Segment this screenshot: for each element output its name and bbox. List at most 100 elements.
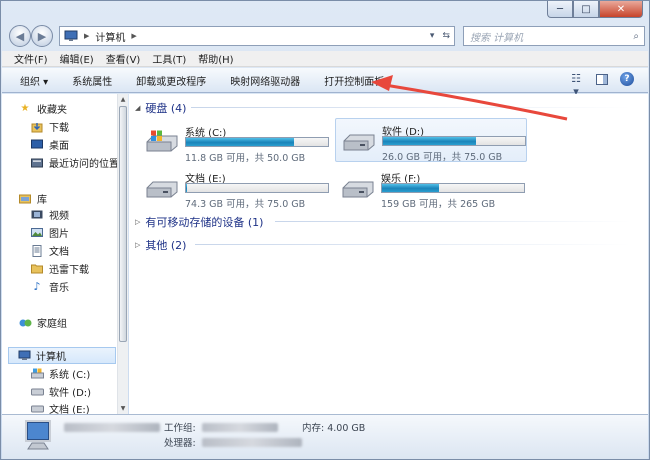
collapse-arrow-icon[interactable]: ◢ — [135, 104, 140, 112]
drive-tile-c[interactable]: 系统 (C:) 11.8 GB 可用，共 50.0 GB — [139, 120, 331, 164]
drive-tile-d[interactable]: 软件 (D:) 26.0 GB 可用，共 75.0 GB — [335, 118, 527, 163]
drive-tile-f[interactable]: 娱乐 (F:) 159 GB 可用，共 265 GB — [335, 166, 527, 210]
group-title: 其他 (2) — [145, 239, 187, 252]
menu-file[interactable]: 文件(F) — [14, 51, 48, 66]
menu-edit[interactable]: 编辑(E) — [60, 51, 94, 66]
drive-usage-bar — [185, 137, 329, 147]
sidebar-item-label: 库 — [37, 195, 47, 206]
maximize-button[interactable]: □ — [573, 1, 599, 18]
sidebar-item-libraries[interactable]: 库 — [18, 190, 132, 207]
scroll-thumb[interactable] — [119, 106, 127, 342]
sidebar-item-computer[interactable]: 计算机 — [8, 347, 116, 364]
sidebar-item-label: 软件 (D:) — [49, 388, 92, 399]
sidebar-item-label: 系统 (C:) — [49, 370, 91, 381]
picture-icon — [30, 227, 44, 239]
sidebar-item-homegroup[interactable]: 家庭组 — [18, 314, 132, 331]
group-title: 有可移动存储的设备 (1) — [145, 216, 264, 229]
group-header-hdd[interactable]: ◢ 硬盘 (4) — [135, 100, 186, 116]
group-header-other[interactable]: ▷ 其他 (2) — [135, 237, 186, 253]
search-placeholder: 搜索 计算机 — [470, 32, 524, 44]
expand-arrow-icon[interactable]: ▷ — [135, 218, 140, 226]
group-divider — [195, 244, 631, 245]
memory-label: 内存: 4.00 GB — [302, 423, 366, 434]
close-button[interactable]: ✕ — [599, 1, 643, 18]
sidebar-scrollbar[interactable]: ▲ ▼ — [117, 94, 128, 414]
command-bar: 组织 ▾ 系统属性 卸载或更改程序 映射网络驱动器 打开控制面板 ☷ ▾ ? — [2, 68, 648, 98]
music-icon: ♪ — [33, 280, 41, 293]
computer-icon — [25, 420, 51, 450]
drive-icon — [146, 181, 178, 198]
help-icon[interactable]: ? — [620, 72, 634, 86]
breadcrumb-computer[interactable]: 计算机 — [95, 29, 125, 44]
breadcrumb-separator[interactable]: ▶ — [84, 32, 89, 40]
sidebar-item-label: 视频 — [49, 211, 69, 222]
sidebar-item-label: 文档 — [49, 247, 69, 258]
menu-help[interactable]: 帮助(H) — [198, 51, 233, 66]
search-input[interactable]: 搜索 计算机 ⌕ — [463, 26, 645, 46]
sidebar-item-label: 桌面 — [49, 141, 69, 152]
breadcrumb-separator-end[interactable]: ▶ — [131, 32, 136, 40]
computer-icon — [64, 30, 78, 41]
drive-icon — [342, 181, 374, 198]
caption-buttons: ─ □ ✕ — [547, 1, 643, 18]
sidebar-item-label: 最近访问的位置 — [49, 159, 119, 170]
drive-free-space: 11.8 GB 可用，共 50.0 GB — [185, 153, 306, 164]
group-divider — [191, 107, 631, 108]
workgroup-label: 工作组: — [164, 423, 196, 434]
drive-free-space: 74.3 GB 可用，共 75.0 GB — [185, 199, 306, 210]
open-control-panel-button[interactable]: 打开控制面板 — [324, 73, 384, 88]
navigation-row: ◀ ▶ ▶ 计算机 ▶ ▾ ⇆ 搜索 计算机 ⌕ — [7, 23, 645, 49]
drive-usage-bar — [185, 183, 329, 193]
sidebar-item-label: 迅雷下载 — [49, 265, 89, 276]
minimize-button[interactable]: ─ — [547, 1, 573, 18]
menu-tools[interactable]: 工具(T) — [152, 51, 186, 66]
refresh-icon[interactable]: ⇆ — [442, 31, 450, 41]
document-icon — [30, 244, 44, 257]
menu-bar: 文件(F) 编辑(E) 查看(V) 工具(T) 帮助(H) — [2, 51, 648, 67]
menu-view[interactable]: 查看(V) — [106, 51, 141, 66]
drive-icon — [30, 403, 44, 415]
recent-places-icon — [30, 157, 44, 169]
drive-usage-bar — [382, 136, 526, 146]
system-properties-button[interactable]: 系统属性 — [72, 73, 112, 88]
details-pane: 工作组: 内存: 4.00 GB 处理器: — [2, 414, 648, 459]
homegroup-icon — [18, 317, 32, 329]
drive-tile-e[interactable]: 文档 (E:) 74.3 GB 可用，共 75.0 GB — [139, 166, 331, 210]
star-icon: ★ — [20, 103, 30, 114]
content-pane: ◢ 硬盘 (4) 系统 (C:) 11.8 GB 可用，共 50.0 GB 软件… — [129, 94, 648, 414]
desktop-icon — [30, 139, 44, 151]
sidebar-item-label: 计算机 — [36, 352, 66, 363]
redacted-computer-name — [64, 423, 160, 432]
drive-icon — [343, 134, 375, 151]
drive-free-space: 159 GB 可用，共 265 GB — [381, 199, 496, 210]
sidebar-item-label: 家庭组 — [37, 319, 67, 330]
map-network-drive-button[interactable]: 映射网络驱动器 — [230, 73, 300, 88]
expand-arrow-icon[interactable]: ▷ — [135, 241, 140, 249]
drive-icon — [30, 386, 44, 398]
sidebar-item-label: 下载 — [49, 123, 69, 134]
back-button[interactable]: ◀ — [9, 25, 31, 47]
organize-button[interactable]: 组织 ▾ — [20, 73, 48, 88]
folder-icon — [30, 263, 44, 275]
redacted-workgroup — [202, 423, 278, 432]
explorer-window: ─ □ ✕ ◀ ▶ ▶ 计算机 ▶ ▾ ⇆ 搜索 计算机 ⌕ 文件(F) 编辑(… — [0, 0, 650, 460]
uninstall-program-button[interactable]: 卸载或更改程序 — [136, 73, 206, 88]
search-icon[interactable]: ⌕ — [633, 31, 639, 42]
preview-pane-icon[interactable] — [596, 73, 608, 85]
scroll-up-arrow[interactable]: ▲ — [118, 94, 128, 105]
sidebar-item-label: 音乐 — [49, 283, 69, 294]
address-dropdown-icon[interactable]: ▾ — [430, 31, 435, 41]
group-title: 硬盘 (4) — [145, 102, 187, 115]
scroll-down-arrow[interactable]: ▼ — [118, 403, 128, 414]
computer-icon — [17, 350, 31, 362]
change-view-icon[interactable]: ☷ ▾ — [568, 72, 584, 98]
forward-button[interactable]: ▶ — [31, 25, 53, 47]
group-header-removable[interactable]: ▷ 有可移动存储的设备 (1) — [135, 214, 263, 230]
drive-usage-bar — [381, 183, 525, 193]
sidebar-item-favorites[interactable]: ★ 收藏夹 — [18, 100, 132, 117]
drive-free-space: 26.0 GB 可用，共 75.0 GB — [382, 152, 503, 163]
redacted-cpu — [202, 438, 302, 447]
group-divider — [275, 221, 631, 222]
address-bar[interactable]: ▶ 计算机 ▶ ▾ ⇆ — [59, 26, 455, 46]
navigation-pane: ★ 收藏夹 下载 桌面 最近访问的位置 库 视频 图片 文档 迅雷下载 ♪ 音乐… — [2, 94, 128, 416]
